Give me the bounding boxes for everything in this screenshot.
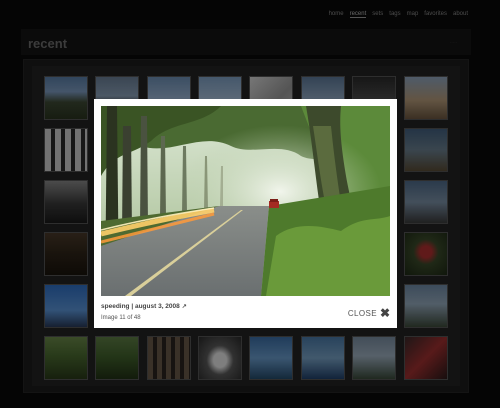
thumbnail[interactable] — [404, 284, 448, 328]
thumbnail[interactable] — [404, 336, 448, 380]
thumbnail[interactable] — [44, 336, 88, 380]
external-link-icon[interactable]: ↗ — [182, 304, 187, 310]
thumbnail[interactable] — [404, 180, 448, 224]
thumbnail[interactable] — [44, 76, 88, 120]
page-header: recent ..... — [21, 29, 471, 55]
close-button[interactable]: CLOSE ✖ — [348, 307, 390, 319]
nav-tags[interactable]: tags — [389, 11, 400, 18]
thumbnail[interactable] — [44, 180, 88, 224]
thumbnail[interactable] — [44, 232, 88, 276]
nav-recent[interactable]: recent — [349, 11, 367, 18]
photo-caption[interactable]: speeding | august 3, 2008 ↗ — [101, 303, 187, 310]
lightbox: speeding | august 3, 2008 ↗ Image 11 of 4… — [94, 99, 397, 328]
thumbnail[interactable] — [301, 336, 345, 380]
thumbnail[interactable] — [352, 336, 396, 380]
nav-home[interactable]: home — [329, 11, 344, 18]
header-meta: ..... — [450, 39, 457, 45]
nav-map[interactable]: map — [407, 11, 419, 18]
thumbnail[interactable] — [44, 284, 88, 328]
nav-favorites[interactable]: favorites — [424, 11, 447, 18]
lightbox-photo — [101, 106, 390, 296]
thumbnail[interactable] — [95, 336, 139, 380]
top-navigation: home recent sets tags map favorites abou… — [329, 11, 468, 18]
thumbnail[interactable] — [249, 336, 293, 380]
thumbnail[interactable] — [404, 232, 448, 276]
thumbnail[interactable] — [404, 76, 448, 120]
page-title: recent — [28, 36, 68, 51]
nav-about[interactable]: about — [453, 11, 468, 18]
nav-sets[interactable]: sets — [372, 11, 383, 18]
thumbnail[interactable] — [404, 128, 448, 172]
page: home recent sets tags map favorites abou… — [0, 0, 500, 408]
close-label[interactable]: CLOSE — [348, 309, 377, 318]
thumbnail[interactable] — [198, 336, 242, 380]
forest-road-image — [101, 106, 390, 296]
close-icon[interactable]: ✖ — [380, 307, 390, 319]
image-counter: Image 11 of 48 — [101, 315, 141, 321]
caption-text[interactable]: speeding | august 3, 2008 — [101, 303, 180, 310]
thumbnail[interactable] — [147, 336, 191, 380]
thumbnail[interactable] — [44, 128, 88, 172]
